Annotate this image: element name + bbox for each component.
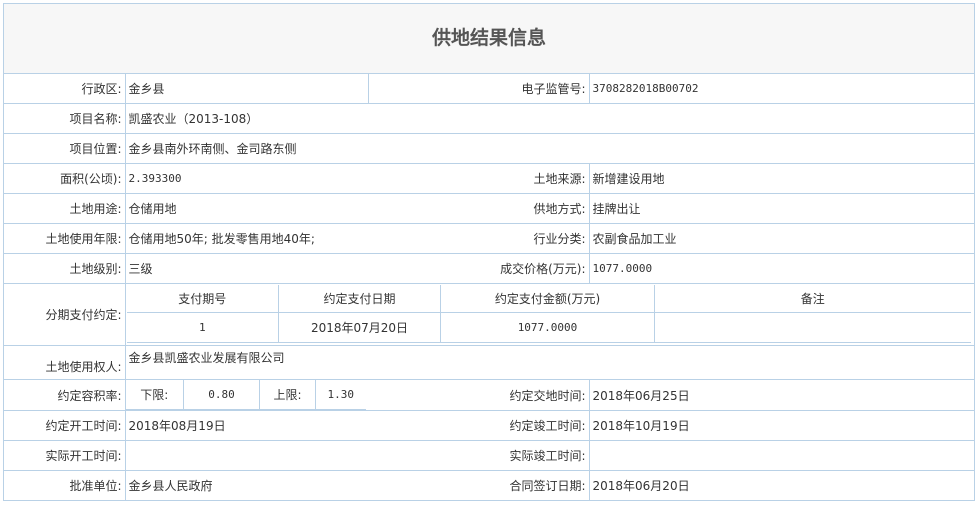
installment-header-amount: 约定支付金额(万元) [440, 285, 655, 313]
industry-label: 行业分类: [368, 223, 590, 254]
owner-label: 土地使用权人: [4, 345, 126, 380]
row-project-location: 项目位置: 金乡县南外环南侧、金司路东侧 [4, 133, 974, 164]
supply-method-value: 挂牌出让 [588, 193, 974, 224]
project-name-label: 项目名称: [4, 103, 126, 134]
installment-label: 分期支付约定: [4, 283, 126, 346]
project-location-value: 金乡县南外环南侧、金司路东侧 [124, 133, 974, 164]
row-installment: 分期支付约定: 支付期号 约定支付日期 约定支付金额(万元) 备注 1 2018… [4, 283, 974, 346]
district-value: 金乡县 [124, 74, 369, 104]
far-upper-value: 1.30 [315, 380, 366, 410]
project-name-value: 凯盛农业（2013-108） [124, 103, 974, 134]
delivery-time-label: 约定交地时间: [368, 379, 590, 411]
installment-period: 1 [126, 312, 279, 343]
row-approver: 批准单位: 金乡县人民政府 合同签订日期: 2018年06月20日 [4, 470, 974, 501]
land-supply-result-panel: 供地结果信息 行政区: 金乡县 电子监管号: 3708282018B00702 … [3, 3, 975, 501]
owner-value: 金乡县凯盛农业发展有限公司 [124, 345, 974, 380]
row-owner: 土地使用权人: 金乡县凯盛农业发展有限公司 [4, 345, 974, 380]
start-time-label: 约定开工时间: [4, 410, 126, 441]
supply-method-label: 供地方式: [368, 193, 590, 224]
finish-time-label: 约定竣工时间: [368, 410, 590, 441]
row-start-time: 约定开工时间: 2018年08月19日 约定竣工时间: 2018年10月19日 [4, 410, 974, 441]
far-range-table: 下限: 0.80 上限: 1.30 [126, 380, 366, 410]
installment-table: 支付期号 约定支付日期 约定支付金额(万元) 备注 1 2018年07月20日 … [126, 285, 971, 343]
land-grade-label: 土地级别: [4, 253, 126, 284]
row-project-name: 项目名称: 凯盛农业（2013-108） [4, 103, 974, 134]
finish-time-value: 2018年10月19日 [588, 410, 974, 441]
installment-remark [654, 312, 971, 343]
installment-amount: 1077.0000 [440, 312, 655, 343]
actual-start-label: 实际开工时间: [4, 440, 126, 471]
land-grade-value: 三级 [124, 253, 368, 284]
row-land-grade: 土地级别: 三级 成交价格(万元): 1077.0000 [4, 253, 974, 284]
actual-start-value [124, 440, 368, 471]
land-use-value: 仓储用地 [124, 193, 368, 224]
price-label: 成交价格(万元): [368, 253, 590, 284]
land-source-value: 新增建设用地 [588, 163, 974, 194]
approver-label: 批准单位: [4, 470, 126, 501]
supervision-no-label: 电子监管号: [367, 74, 590, 104]
project-location-label: 项目位置: [4, 133, 126, 164]
far-lower-value: 0.80 [183, 380, 260, 410]
installment-header-row: 支付期号 约定支付日期 约定支付金额(万元) 备注 [126, 285, 971, 313]
start-time-value: 2018年08月19日 [124, 410, 368, 441]
land-use-label: 土地用途: [4, 193, 126, 224]
far-lower-label: 下限: [126, 380, 184, 410]
row-area: 面积(公顷): 2.393300 土地来源: 新增建设用地 [4, 163, 974, 194]
far-upper-label: 上限: [259, 380, 316, 410]
land-source-label: 土地来源: [368, 163, 590, 194]
approver-value: 金乡县人民政府 [124, 470, 368, 501]
industry-value: 农副食品加工业 [588, 223, 974, 254]
installment-header-remark: 备注 [654, 285, 971, 313]
installment-date: 2018年07月20日 [278, 312, 441, 343]
contract-date-value: 2018年06月20日 [588, 470, 974, 501]
page-title: 供地结果信息 [4, 3, 974, 74]
far-label: 约定容积率: [4, 379, 126, 411]
installment-header-period: 支付期号 [126, 285, 279, 313]
supervision-no-value: 3708282018B00702 [588, 74, 974, 104]
row-far: 约定容积率: 下限: 0.80 上限: 1.30 约定交地时间: 2018年06… [4, 379, 974, 411]
actual-finish-label: 实际竣工时间: [368, 440, 590, 471]
district-label: 行政区: [4, 74, 126, 104]
table-row: 1 2018年07月20日 1077.0000 [126, 312, 971, 343]
use-term-label: 土地使用年限: [4, 223, 126, 254]
row-district: 行政区: 金乡县 电子监管号: 3708282018B00702 [4, 74, 974, 104]
area-label: 面积(公顷): [4, 163, 126, 194]
actual-finish-value [588, 440, 974, 471]
info-table: 行政区: 金乡县 电子监管号: 3708282018B00702 项目名称: 凯… [4, 74, 974, 501]
use-term-value: 仓储用地50年; 批发零售用地40年; [124, 223, 368, 254]
installment-header-date: 约定支付日期 [278, 285, 441, 313]
row-use-term: 土地使用年限: 仓储用地50年; 批发零售用地40年; 行业分类: 农副食品加工… [4, 223, 974, 254]
row-actual-time: 实际开工时间: 实际竣工时间: [4, 440, 974, 471]
row-land-use: 土地用途: 仓储用地 供地方式: 挂牌出让 [4, 193, 974, 224]
contract-date-label: 合同签订日期: [368, 470, 590, 501]
area-value: 2.393300 [124, 163, 368, 194]
price-value: 1077.0000 [588, 253, 974, 284]
delivery-time-value: 2018年06月25日 [588, 379, 974, 411]
